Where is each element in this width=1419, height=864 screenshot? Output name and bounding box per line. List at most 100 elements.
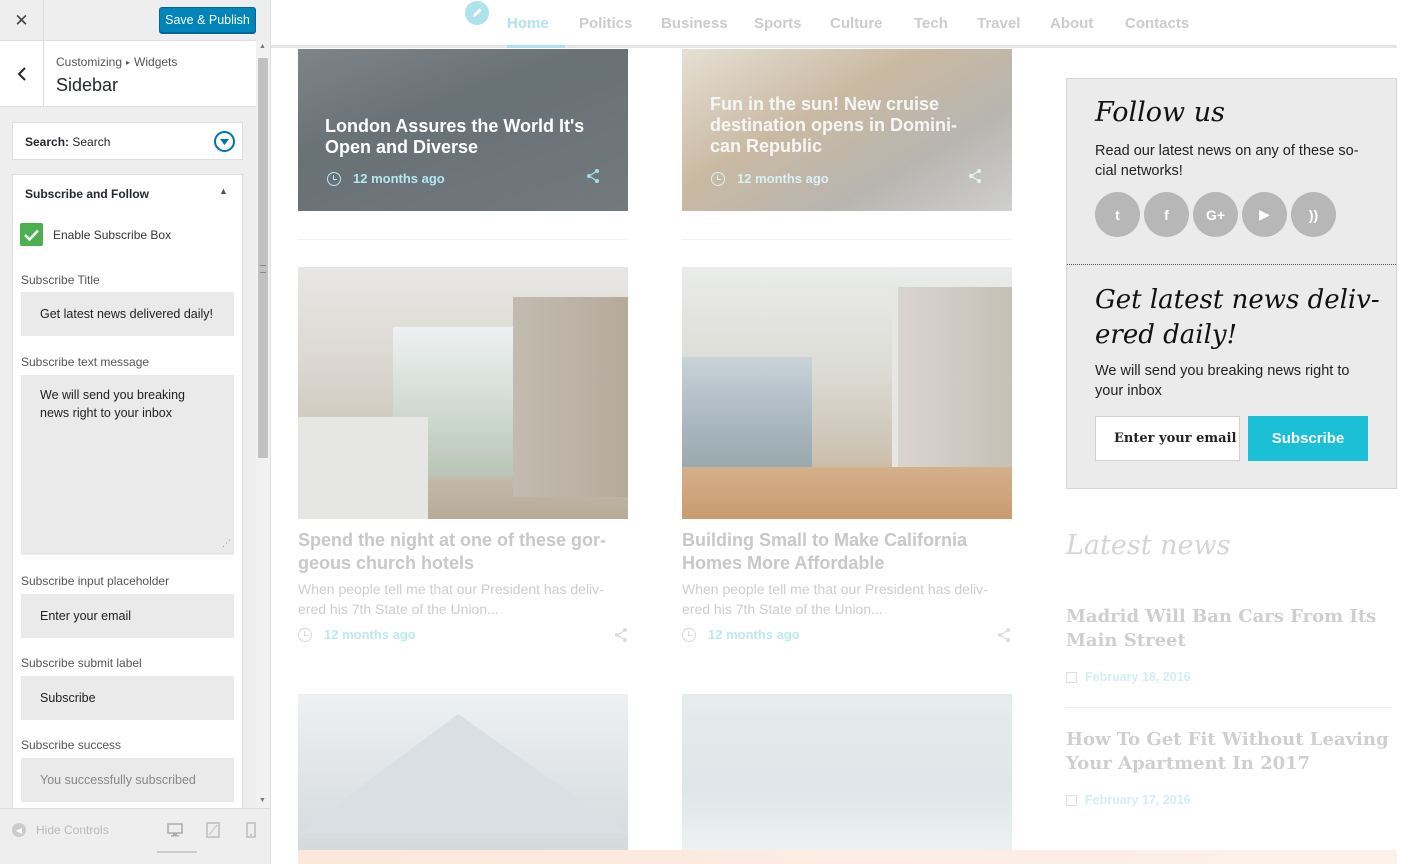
post-date: 12 months ago	[682, 627, 800, 642]
share-icon[interactable]	[996, 627, 1012, 648]
collapse-icon: ◀	[12, 823, 26, 837]
latest-news-heading: Latest news	[1066, 530, 1231, 561]
post-title[interactable]: London Assures the World It's Open and D…	[325, 116, 615, 158]
nav-politics[interactable]: Politics	[579, 15, 632, 32]
divider	[298, 239, 628, 240]
subscribe-title-label: Subscribe Title	[21, 273, 100, 287]
panel-title: Sidebar	[56, 75, 119, 95]
nav-culture[interactable]: Culture	[830, 15, 883, 32]
nav-business[interactable]: Business	[661, 15, 728, 32]
post-title[interactable]: Spend the night at one of these gor-geou…	[298, 529, 628, 575]
back-button[interactable]	[0, 41, 44, 106]
calendar-icon	[1066, 794, 1077, 806]
widget-subscribe-title: Subscribe and Follow	[25, 187, 150, 201]
latest-news-date: February 17, 2016	[1066, 793, 1191, 807]
share-icon[interactable]	[967, 168, 983, 189]
subscribe-button[interactable]: Subscribe	[1248, 416, 1368, 461]
subscribe-placeholder-label: Subscribe input placeholder	[21, 574, 170, 588]
widget-search[interactable]: Search: Search	[12, 122, 243, 160]
facebook-icon[interactable]: f	[1144, 192, 1189, 237]
subscribe-text: We will send you breaking news right to …	[1095, 363, 1350, 399]
clock-icon	[327, 171, 341, 186]
post-image[interactable]	[682, 694, 1012, 850]
post-image[interactable]	[298, 694, 628, 850]
clock-icon	[711, 171, 725, 186]
post-date: 12 months ago	[711, 171, 829, 186]
share-icon[interactable]	[613, 627, 629, 648]
follow-title: Follow us	[1095, 97, 1225, 128]
scroll-down-icon[interactable]: ▼	[259, 797, 266, 804]
scroll-thumb[interactable]	[258, 58, 268, 458]
post-title[interactable]: Fun in the sun! New cruise destination o…	[710, 94, 980, 157]
post-excerpt: When people tell me that our President h…	[298, 581, 604, 617]
tablet-icon[interactable]	[204, 821, 222, 839]
mobile-icon[interactable]	[242, 821, 260, 839]
follow-subscribe-widget: Follow us Read our latest news on any of…	[1066, 78, 1397, 489]
subscribe-title: Get latest news deliv-ered daily!	[1095, 285, 1380, 350]
post-image[interactable]	[682, 267, 1012, 519]
scroll-grip-icon	[260, 265, 266, 273]
enable-subscribe-checkbox[interactable]	[20, 223, 43, 246]
share-icon[interactable]	[585, 168, 601, 189]
close-customizer-button[interactable]: ✕	[0, 0, 44, 41]
latest-news-title[interactable]: How To Get Fit Without Leaving Your Apar…	[1066, 728, 1391, 776]
nav-home[interactable]: Home	[507, 15, 549, 32]
chevron-left-icon	[17, 66, 26, 81]
nav-travel[interactable]: Travel	[977, 15, 1020, 32]
twitter-icon[interactable]: t	[1095, 192, 1140, 237]
active-device-indicator	[157, 851, 197, 853]
customizer-panel: ✕ Save & Publish Customizing ▸ Widgets Sid…	[0, 0, 271, 864]
edit-shortcut-pencil-icon[interactable]	[465, 1, 489, 25]
desktop-icon[interactable]	[166, 821, 184, 839]
breadcrumb-customizing: Customizing	[56, 55, 123, 69]
subscribe-success-input[interactable]: You successfully subscribed	[21, 758, 234, 802]
subscribe-success-label: Subscribe success	[21, 738, 122, 752]
expand-widget-icon[interactable]	[214, 131, 235, 152]
resize-grip-icon[interactable]: ⋰	[222, 534, 231, 552]
subscribe-submit-label: Subscribe submit label	[21, 656, 142, 670]
divider	[682, 239, 1012, 240]
subscribe-submit-input[interactable]: Subscribe	[21, 676, 234, 720]
widget-subscribe-header[interactable]: Subscribe and Follow ▲	[12, 174, 243, 212]
save-publish-button[interactable]: Save & Publish	[159, 7, 256, 33]
subscribe-title-input[interactable]: Get latest news delivered daily!	[21, 292, 234, 336]
google-plus-icon[interactable]: G+	[1193, 192, 1238, 237]
subscribe-message-textarea[interactable]: We will send you breaking news right to …	[21, 375, 234, 555]
clock-icon	[298, 627, 312, 642]
customizer-footer: ◀ Hide Controls	[0, 808, 270, 864]
collapse-widget-icon[interactable]: ▲	[219, 186, 228, 196]
subscribe-message-text: We will send you breaking news right to …	[40, 388, 185, 420]
post-title[interactable]: Building Small to Make California Homes …	[682, 529, 1012, 575]
post-excerpt: When people tell me that our President h…	[682, 581, 988, 617]
subscribe-placeholder-input[interactable]: Enter your email	[21, 594, 234, 638]
breadcrumb: Customizing ▸ Widgets	[56, 55, 177, 69]
breadcrumb-widgets: Widgets	[134, 55, 178, 69]
post-image[interactable]	[298, 267, 628, 519]
main-navigation: Home Politics Business Sports Culture Te…	[271, 0, 1397, 48]
panel-header: Customizing ▸ Widgets Sidebar	[0, 41, 256, 107]
breadcrumb-separator: ▸	[126, 58, 131, 67]
clock-icon	[682, 627, 696, 642]
divider	[1066, 707, 1391, 708]
customizer-header: ✕ Save & Publish	[0, 0, 256, 41]
subscribe-email-input[interactable]: Enter your email	[1095, 416, 1240, 461]
widget-search-title: Search: Search	[25, 135, 111, 149]
calendar-icon	[1066, 671, 1077, 683]
nav-sports[interactable]: Sports	[754, 15, 802, 32]
divider	[1067, 264, 1396, 265]
nav-contacts[interactable]: Contacts	[1125, 15, 1189, 32]
next-section-edge	[298, 850, 1397, 864]
scroll-up-icon[interactable]: ▲	[259, 43, 266, 50]
nav-tech[interactable]: Tech	[914, 15, 948, 32]
follow-text: Read our latest news on any of these so-…	[1095, 143, 1359, 179]
youtube-icon[interactable]: ▶	[1242, 192, 1287, 237]
customizer-scrollbar[interactable]: ▲ ▼	[256, 41, 270, 808]
rss-icon[interactable]: ))	[1291, 192, 1336, 237]
enable-subscribe-label: Enable Subscribe Box	[53, 228, 172, 242]
nav-active-underline	[507, 45, 565, 48]
hide-controls-button[interactable]: ◀ Hide Controls	[12, 823, 109, 837]
latest-news-title[interactable]: Madrid Will Ban Cars From Its Main Stree…	[1066, 605, 1391, 653]
latest-news-date: February 18, 2016	[1066, 670, 1191, 684]
nav-about[interactable]: About	[1050, 15, 1093, 32]
checkmark-icon	[24, 229, 39, 241]
